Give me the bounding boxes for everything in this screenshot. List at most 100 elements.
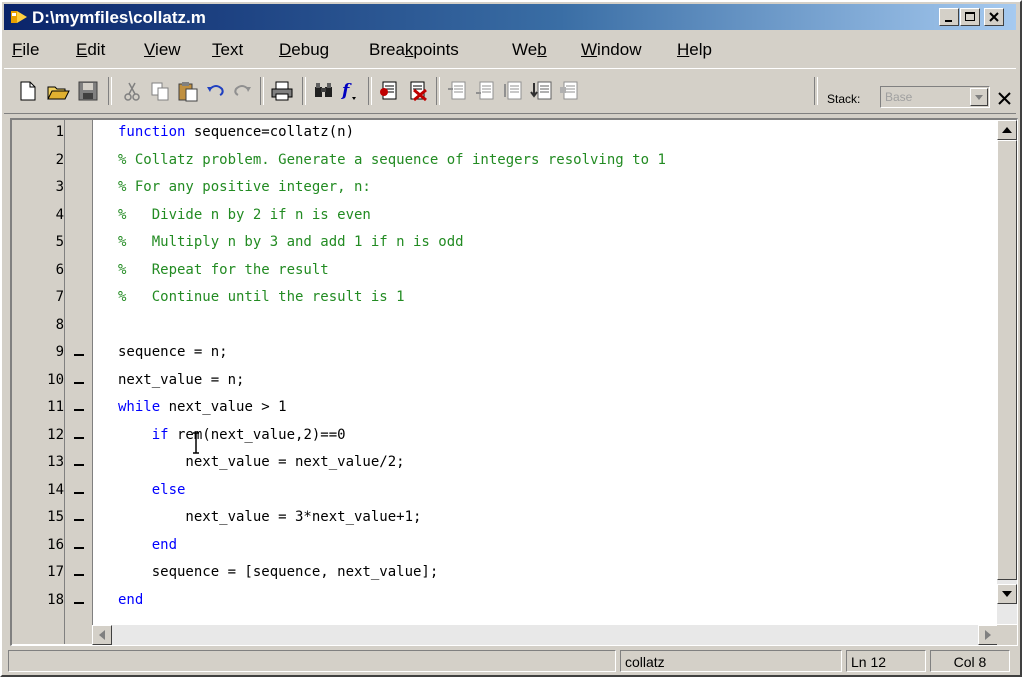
breakpoint-dash[interactable] [74,409,84,411]
line-number: 10 [47,371,64,388]
code-line[interactable]: if rem(next_value,2)==0 [118,427,346,443]
code-line[interactable]: sequence = n; [118,344,228,360]
menu-text[interactable]: Text [212,40,243,60]
status-function-name: collatz [620,650,842,672]
undo-icon[interactable] [204,79,228,103]
window-title: D:\mymfiles\collatz.m [32,8,206,27]
cut-icon[interactable] [120,79,144,103]
menu-edit[interactable]: Edit [76,40,105,60]
menu-window[interactable]: Window [581,40,641,60]
code-line[interactable]: % Divide n by 2 if n is even [118,207,371,223]
line-number: 7 [55,289,64,305]
code-line[interactable]: function sequence=collatz(n) [118,124,354,140]
chevron-down-icon[interactable] [970,88,988,106]
code-line[interactable]: % For any positive integer, n: [118,179,371,195]
breakpoint-dash[interactable] [74,464,84,466]
exit-debug-icon[interactable] [558,79,582,103]
breakpoint-dash[interactable] [74,546,84,549]
new-file-icon[interactable] [16,79,40,103]
line-number: 4 [55,206,64,223]
code-line[interactable]: sequence = [sequence, next_value]; [118,564,439,580]
line-number: 18 [47,591,64,608]
maximize-icon [965,12,975,21]
scrollbar-corner [997,625,1017,645]
menu-view[interactable]: View [144,40,181,60]
line-number: 2 [55,151,64,168]
scroll-left-icon[interactable] [92,625,112,645]
close-document-button[interactable] [995,89,1015,109]
minimize-icon [945,20,952,22]
function-icon[interactable]: f [338,79,362,103]
vertical-scrollbar[interactable] [997,120,1017,624]
scroll-up-icon[interactable] [997,120,1017,140]
line-number: 16 [47,536,64,553]
find-icon[interactable] [312,79,336,103]
code-line[interactable]: end [118,537,177,553]
code-line[interactable]: % Continue until the result is 1 [118,289,405,305]
breakpoint-dash[interactable] [74,436,84,439]
line-number: 3 [55,179,64,195]
code-line[interactable]: else [118,482,186,498]
scroll-down-icon[interactable] [997,584,1017,604]
code-line[interactable]: end [118,592,143,608]
breakpoint-dash[interactable] [74,574,84,576]
scroll-right-icon[interactable] [978,625,998,645]
close-button[interactable] [984,8,1004,26]
maximize-button[interactable] [960,8,980,26]
status-column: Col 8 [930,650,1010,672]
menu-debug[interactable]: Debug [279,40,329,60]
code-line[interactable]: next_value = 3*next_value+1; [118,509,421,525]
breakpoint-dash[interactable] [74,519,84,521]
matlab-logo-icon [11,11,27,23]
status-line: Ln 12 [846,650,926,672]
line-number: 9 [55,344,64,360]
svg-text:f: f [341,81,352,101]
step-out-icon[interactable] [502,79,526,103]
print-icon[interactable] [270,79,294,103]
set-breakpoint-icon[interactable] [378,79,402,103]
continue-icon[interactable] [530,79,554,103]
menu-web[interactable]: Web [512,40,547,60]
status-bar: collatz Ln 12 Col 8 [4,650,1016,674]
minimize-button[interactable] [939,8,959,26]
save-icon[interactable] [76,79,100,103]
code-line[interactable]: while next_value > 1 [118,399,287,415]
open-file-icon[interactable] [46,79,70,103]
code-line[interactable]: % Multiply n by 3 and add 1 if n is odd [118,234,464,250]
breakpoint-dash[interactable] [74,601,84,604]
step-in-icon[interactable] [474,79,498,103]
line-number: 13 [47,454,64,470]
code-line[interactable]: % Repeat for the result [118,262,329,278]
line-number: 15 [47,509,64,525]
step-icon[interactable] [446,79,470,103]
code-area[interactable]: function sequence=collatz(n) % Collatz pr… [92,120,998,620]
menu-bar: File Edit View Text Debug Breakpoints Web Windo… [4,36,1016,66]
clear-breakpoints-icon[interactable] [406,79,430,103]
line-number: 5 [55,234,64,250]
toolbar: f Stack: Base [4,68,1016,114]
text-cursor [192,432,200,454]
menu-breakpoints[interactable]: Breakpoints [369,40,459,60]
redo-icon[interactable] [230,79,254,103]
breakpoint-dash[interactable] [74,381,84,384]
breakpoint-dash[interactable] [74,354,84,356]
code-line[interactable]: next_value = n; [118,372,244,388]
code-line[interactable]: % Collatz problem. Generate a sequence o… [118,152,666,168]
horizontal-scrollbar[interactable] [92,625,998,645]
menu-file[interactable]: File [12,40,39,60]
title-bar[interactable]: D:\mymfiles\collatz.m [4,4,1016,30]
line-number: 14 [47,481,64,498]
breakpoint-dash[interactable] [74,491,84,494]
close-icon [989,12,999,22]
line-number: 17 [47,564,64,580]
vertical-scroll-thumb[interactable] [997,140,1017,580]
copy-icon[interactable] [148,79,172,103]
menu-help[interactable]: Help [677,40,712,60]
stack-dropdown[interactable]: Base [880,86,990,108]
code-line[interactable]: next_value = next_value/2; [118,454,404,470]
line-number: 11 [47,399,64,415]
code-editor[interactable]: 1 2 3 4 5 6 7 8 9 10 11 12 13 14 15 16 17 18 function seq… [10,118,1018,646]
line-number-gutter: 1 2 3 4 5 6 7 8 9 10 11 12 13 14 15 16 17 18 [12,120,93,644]
paste-icon[interactable] [176,79,200,103]
line-number: 6 [55,261,64,278]
